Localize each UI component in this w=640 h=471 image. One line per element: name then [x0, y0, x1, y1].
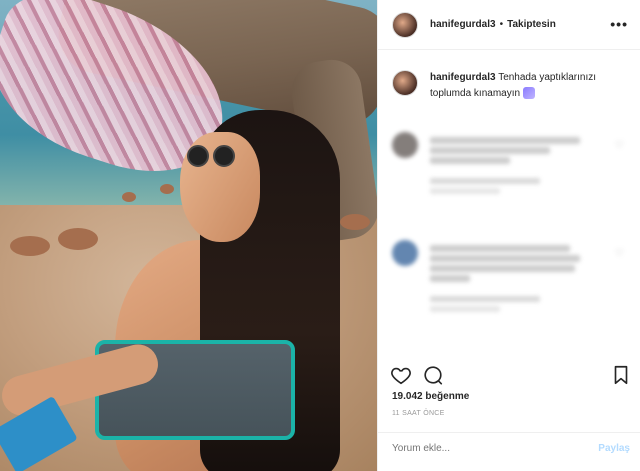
avatar[interactable]: [392, 11, 418, 38]
photo-sunglasses: [183, 145, 243, 171]
likes-count[interactable]: 19.042 beğenme: [392, 391, 469, 402]
caption-username[interactable]: hanifegurdal3: [430, 72, 496, 83]
post-caption: hanifegurdal3 Tenhada yaptıklarınızı top…: [392, 70, 632, 102]
username-link[interactable]: hanifegurdal3: [430, 19, 496, 30]
emoji-icon: [522, 87, 535, 100]
post-actions: [390, 364, 630, 388]
comment-text: [430, 242, 610, 316]
following-button[interactable]: Takiptesin: [507, 19, 556, 30]
comment-heart-icon[interactable]: ♡: [615, 140, 624, 151]
caption-avatar[interactable]: [392, 70, 418, 96]
post-photo[interactable]: [0, 0, 377, 471]
comment-item: ♡: [392, 132, 632, 222]
comment-avatar[interactable]: [392, 132, 418, 158]
comment-icon[interactable]: [422, 364, 444, 389]
post-header: hanifegurdal3 • Takiptesin: [378, 0, 640, 50]
separator-dot: •: [499, 19, 504, 30]
comment-input[interactable]: [392, 443, 592, 454]
photo-beachgoer: [10, 236, 50, 256]
photo-beachgoer: [58, 228, 98, 250]
post-comment-button[interactable]: Paylaş: [598, 443, 630, 454]
bookmark-icon[interactable]: [610, 364, 632, 389]
photo-person: [0, 110, 345, 471]
comment-heart-icon[interactable]: ♡: [615, 248, 624, 259]
comment-avatar[interactable]: [392, 240, 418, 266]
more-horizontal-icon[interactable]: •••: [610, 16, 628, 32]
post-panel: hanifegurdal3 • Takiptesin ••• hanifegur…: [377, 0, 640, 471]
divider: [378, 432, 640, 433]
heart-icon[interactable]: [390, 364, 412, 389]
comment-text: [430, 134, 610, 198]
caption-text-block: hanifegurdal3 Tenhada yaptıklarınızı top…: [430, 70, 632, 102]
post-timestamp: 11 SAAT ÖNCE: [392, 410, 445, 417]
comment-item: ♡: [392, 240, 632, 340]
